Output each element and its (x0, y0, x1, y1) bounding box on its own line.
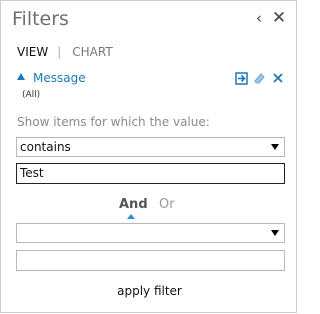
field-name-link[interactable]: Message (33, 71, 86, 85)
filter-instruction: Show items for which the value: (17, 115, 210, 129)
field-actions (235, 71, 284, 85)
dropdown-arrow-icon (271, 230, 279, 236)
dropdown-arrow-icon (271, 144, 279, 150)
chevron-left-icon[interactable]: ‹ (251, 9, 267, 27)
tab-bar: VIEW | CHART (17, 45, 113, 59)
apply-filter-icon[interactable] (235, 71, 248, 85)
pane-title: Filters (12, 8, 69, 30)
filter-value-input-2[interactable] (16, 250, 285, 271)
filters-pane: Filters ‹ ✕ VIEW | CHART Message (All) S… (0, 0, 297, 313)
filter-field-header: Message (17, 71, 284, 87)
close-icon[interactable]: ✕ (271, 9, 287, 27)
condition-select-1-value: contains (20, 140, 71, 154)
field-current-value: (All) (22, 90, 41, 100)
filter-value-input-1[interactable]: Test (16, 163, 285, 184)
tab-chart[interactable]: CHART (72, 45, 112, 59)
logic-and-option[interactable]: And (119, 197, 148, 212)
selected-marker-icon (127, 214, 135, 219)
condition-select-1[interactable]: contains (16, 137, 285, 157)
logic-operator-toggle: And Or (1, 197, 298, 221)
eraser-icon[interactable] (253, 71, 266, 85)
apply-filter-button[interactable]: apply filter (1, 284, 298, 298)
tab-divider: | (57, 45, 62, 59)
expand-arrow-icon[interactable] (17, 73, 25, 80)
logic-or-option[interactable]: Or (159, 197, 175, 212)
remove-icon[interactable] (271, 71, 284, 85)
condition-select-2[interactable] (16, 223, 285, 243)
tab-view[interactable]: VIEW (17, 45, 48, 59)
